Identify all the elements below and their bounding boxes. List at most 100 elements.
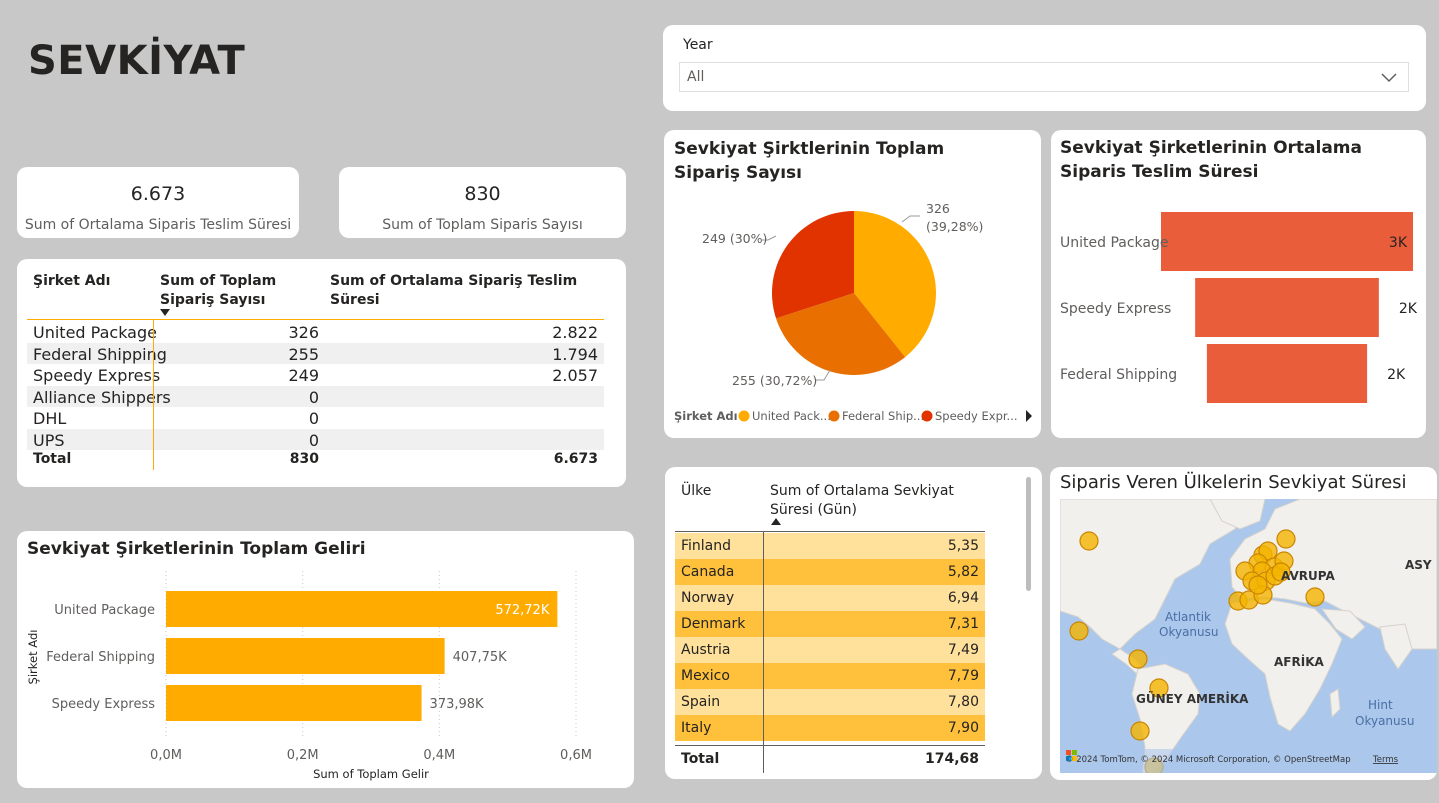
- chevron-down-icon: [1381, 73, 1397, 83]
- delivery-time-bar-chart: United Package 3K Speedy Express 2K Federal …: [1060, 212, 1418, 403]
- leader-line-1: [816, 369, 831, 381]
- bar-1[interactable]: [1195, 278, 1379, 337]
- map-label-indian: Hint: [1368, 698, 1393, 712]
- bar-2[interactable]: [166, 685, 422, 721]
- legend-marker-0: [738, 410, 750, 422]
- table-row[interactable]: Mexico 7,79: [675, 663, 985, 689]
- cell-company: DHL: [33, 409, 67, 428]
- cell-country: Spain: [681, 694, 721, 710]
- table-row[interactable]: Canada 5,82: [675, 559, 985, 585]
- table-row[interactable]: Federal Shipping 255 1.794: [27, 342, 604, 364]
- bar-category-1: Federal Shipping: [46, 650, 155, 665]
- table-total-row: Total 174,68: [681, 751, 979, 767]
- kpi-value: 830: [464, 183, 501, 205]
- cell-avg: 1.794: [552, 344, 598, 364]
- cell-country: Canada: [681, 564, 735, 580]
- cell-orders: 255: [288, 344, 319, 364]
- header-shipping-days[interactable]: Sum of Ortalama Sevkiyat Süresi (Gün): [770, 482, 970, 520]
- slicer-label: Year: [683, 37, 713, 53]
- cell-orders: 249: [288, 366, 319, 385]
- header-country[interactable]: Ülke: [681, 482, 711, 501]
- table-row[interactable]: Finland 5,35: [675, 533, 985, 559]
- map-label-atlantic: Atlantik: [1165, 610, 1211, 624]
- table-row[interactable]: DHL 0: [27, 407, 604, 429]
- pie-label-united: 326: [926, 201, 950, 216]
- table-row[interactable]: UPS 0: [27, 428, 604, 450]
- bar-1[interactable]: [166, 638, 445, 674]
- cell-shipping-days: 6,94: [947, 590, 979, 606]
- legend-marker-1: [828, 410, 840, 422]
- legend-title: Şirket Adı: [674, 409, 738, 423]
- cell-orders: 326: [288, 323, 319, 342]
- pie-chart: 326 (39,28%) 249 (30%) 255 (30,72%) Şirket A…: [674, 201, 1032, 423]
- table-row[interactable]: Austria 7,49: [675, 637, 985, 663]
- header-company[interactable]: Şirket Adı: [33, 272, 110, 291]
- table-row[interactable]: Norway 6,94: [675, 585, 985, 611]
- bar-0[interactable]: [1161, 212, 1413, 271]
- header-divider: [675, 531, 985, 532]
- cell-country: Finland: [681, 538, 732, 554]
- bar-category-0: United Package: [1060, 235, 1168, 251]
- kpi-card-total-orders: 830 Sum of Toplam Siparis Sayısı: [339, 167, 626, 238]
- revenue-bar-chart: 0,0M 0,2M 0,4M 0,6M United Package 572,72K Fed…: [26, 571, 592, 781]
- table-row[interactable]: United Package 326 2.822: [27, 321, 604, 343]
- kpi-label: Sum of Ortalama Siparis Teslim Süresi: [24, 217, 292, 233]
- legend-item-1: Federal Ship...: [842, 409, 924, 423]
- company-table: Şirket Adı Sum of Toplam Sipariş Sayısı …: [17, 259, 626, 487]
- column-divider: [153, 319, 154, 470]
- x-tick-0: 0,0M: [150, 748, 182, 763]
- bar-data-label-1: 2K: [1399, 301, 1418, 317]
- bar-category-1: Speedy Express: [1060, 301, 1171, 317]
- cell-shipping-days: 7,90: [947, 720, 979, 736]
- cell-shipping-days: 5,35: [947, 538, 979, 554]
- cell-avg: 2.057: [552, 366, 598, 385]
- map-card: Siparis Veren Ülkelerin Sevkiyat Süresi: [1050, 467, 1437, 780]
- total-divider: [675, 745, 985, 746]
- cell-country: Denmark: [681, 616, 746, 632]
- scrollbar[interactable]: [1026, 477, 1031, 591]
- pie-label-speedy: 249 (30%): [702, 231, 767, 246]
- header-orders[interactable]: Sum of Toplam Sipariş Sayısı: [160, 272, 330, 310]
- x-tick-1: 0,2M: [287, 748, 319, 763]
- cell-country: Mexico: [681, 668, 730, 684]
- map-label-asia: ASY: [1405, 558, 1432, 572]
- revenue-chart-card: Sevkiyat Şirketlerinin Toplam Geliri 0,0…: [17, 531, 634, 788]
- cell-company: Speedy Express: [33, 366, 161, 385]
- map-terms-link[interactable]: Terms: [1372, 755, 1399, 765]
- bar-2[interactable]: [1206, 344, 1368, 403]
- bar-data-label-0: 572,72K: [495, 603, 549, 618]
- sort-desc-icon: [160, 309, 170, 316]
- legend-next-icon[interactable]: [1026, 410, 1032, 422]
- map-attribution: © 2024 TomTom, © 2024 Microsoft Corporat…: [1065, 755, 1351, 765]
- world-map[interactable]: AVRUPA ASY Atlantik Okyanusu AFRİKA GÜNE…: [1060, 499, 1437, 773]
- table-row[interactable]: Speedy Express 249 2.057: [27, 364, 604, 386]
- cell-shipping-days: 5,82: [947, 564, 979, 580]
- table-row[interactable]: Alliance Shippers 0: [27, 385, 604, 407]
- cell-avg: 2.822: [552, 323, 598, 342]
- cell-orders: 0: [308, 409, 319, 428]
- leader-line-0: [901, 215, 920, 223]
- cell-shipping-days: 7,80: [947, 694, 979, 710]
- legend-item-0: United Pack...: [752, 409, 831, 423]
- pie-chart-card: Sevkiyat Şirktlerinin Toplam Sipariş Say…: [664, 130, 1041, 438]
- sort-asc-icon: [771, 518, 781, 525]
- header-avg[interactable]: Sum of Ortalama Sipariş Teslim Süresi: [330, 272, 626, 310]
- kpi-value: 6.673: [130, 183, 186, 205]
- table-row[interactable]: Denmark 7,31: [675, 611, 985, 637]
- map-label-europe: AVRUPA: [1281, 569, 1335, 583]
- year-dropdown[interactable]: All: [679, 62, 1409, 92]
- table-row[interactable]: Spain 7,80: [675, 689, 985, 715]
- kpi-label: Sum of Toplam Siparis Sayısı: [382, 217, 583, 233]
- legend-marker-2: [921, 410, 933, 422]
- bar-category-2: Federal Shipping: [1060, 367, 1177, 383]
- table-total-row: Total 830 6.673: [33, 451, 598, 467]
- legend-item-2: Speedy Expr...: [935, 409, 1018, 423]
- x-tick-3: 0,6M: [560, 748, 592, 763]
- table-row[interactable]: Italy 7,90: [675, 715, 985, 741]
- cell-company: UPS: [33, 430, 65, 450]
- y-axis-title: Şirket Adı: [26, 630, 40, 685]
- cell-country: Austria: [681, 642, 731, 658]
- x-axis-title: Sum of Toplam Gelir: [313, 767, 429, 781]
- column-divider: [763, 531, 764, 773]
- cell-shipping-days: 7,49: [947, 642, 979, 658]
